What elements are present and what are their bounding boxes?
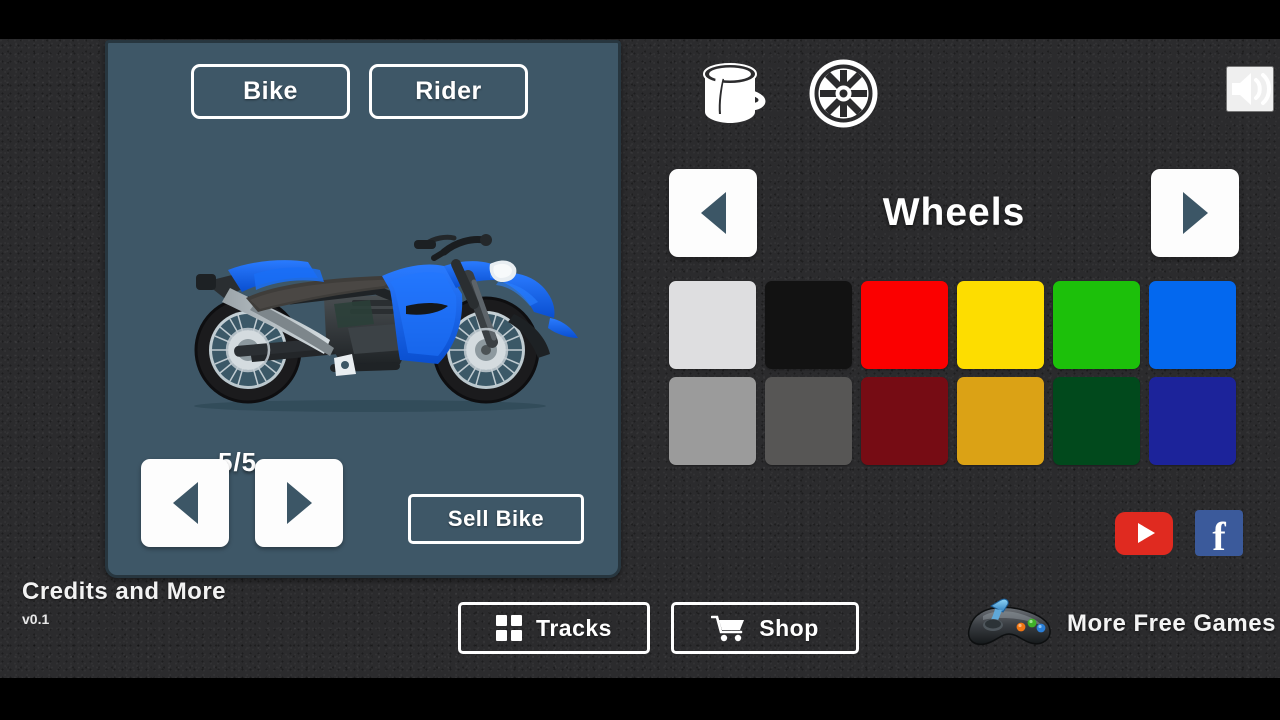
color-swatch-gold[interactable]	[957, 377, 1044, 465]
sound-toggle-button[interactable]	[1226, 66, 1274, 112]
color-swatch-blue[interactable]	[1149, 281, 1236, 369]
color-swatch-green[interactable]	[1053, 281, 1140, 369]
bike-panel: Bike Rider 5/5 Sell Bike	[105, 40, 621, 578]
letterbox-bottom	[0, 678, 1280, 720]
panel-tabs: Bike Rider	[191, 64, 528, 119]
facebook-button[interactable]: f	[1195, 510, 1243, 557]
game-screen: Bike Rider 5/5 Sell Bike Wheels f Credit…	[0, 0, 1280, 720]
version-label: v0.1	[22, 611, 50, 627]
category-next-button[interactable]	[1151, 169, 1239, 257]
color-swatch-yellow[interactable]	[957, 281, 1044, 369]
color-swatch-dark-gray[interactable]	[765, 377, 852, 465]
triangle-right-icon	[286, 482, 312, 524]
cart-icon	[710, 614, 745, 642]
play-triangle-icon	[1137, 523, 1155, 543]
grid-icon	[496, 615, 523, 641]
letterbox-top	[0, 0, 1280, 39]
shop-label: Shop	[759, 614, 819, 641]
category-selector: Wheels	[669, 169, 1239, 257]
color-swatch-grid	[669, 281, 1236, 465]
customize-icon-row	[697, 56, 881, 131]
color-swatch-black[interactable]	[765, 281, 852, 369]
bike-preview	[138, 178, 598, 438]
triangle-right-icon	[1182, 192, 1208, 234]
bike-next-button[interactable]	[255, 459, 343, 547]
wheel-icon[interactable]	[806, 56, 881, 131]
triangle-left-icon	[700, 192, 726, 234]
more-free-games-label: More Free Games	[1067, 610, 1276, 637]
color-swatch-white[interactable]	[669, 281, 756, 369]
color-swatch-dark-green[interactable]	[1053, 377, 1140, 465]
credits-label: Credits and More	[22, 578, 227, 605]
color-swatch-dark-red[interactable]	[861, 377, 948, 465]
bike-prev-button[interactable]	[141, 459, 229, 547]
gamepad-icon	[965, 596, 1053, 652]
color-swatch-gray[interactable]	[669, 377, 756, 465]
credits-and-more-button[interactable]: Credits and More v0.1	[22, 578, 226, 627]
speaker-on-icon	[1232, 73, 1271, 105]
bike-illustration	[194, 234, 578, 412]
social-buttons: f	[1115, 510, 1243, 557]
color-swatch-red[interactable]	[861, 281, 948, 369]
triangle-left-icon	[172, 482, 198, 524]
tab-rider[interactable]: Rider	[369, 64, 528, 119]
tracks-button[interactable]: Tracks	[458, 602, 650, 654]
youtube-button[interactable]	[1115, 511, 1173, 555]
sell-bike-button[interactable]: Sell Bike	[408, 494, 584, 544]
tab-bike[interactable]: Bike	[191, 64, 350, 119]
tracks-label: Tracks	[536, 614, 612, 641]
category-label: Wheels	[882, 191, 1026, 234]
category-prev-button[interactable]	[669, 169, 757, 257]
shop-button[interactable]: Shop	[671, 602, 859, 654]
color-swatch-dark-blue[interactable]	[1149, 377, 1236, 465]
more-free-games-button[interactable]: More Free Games	[965, 596, 1276, 652]
paint-bucket-icon[interactable]	[697, 56, 772, 131]
